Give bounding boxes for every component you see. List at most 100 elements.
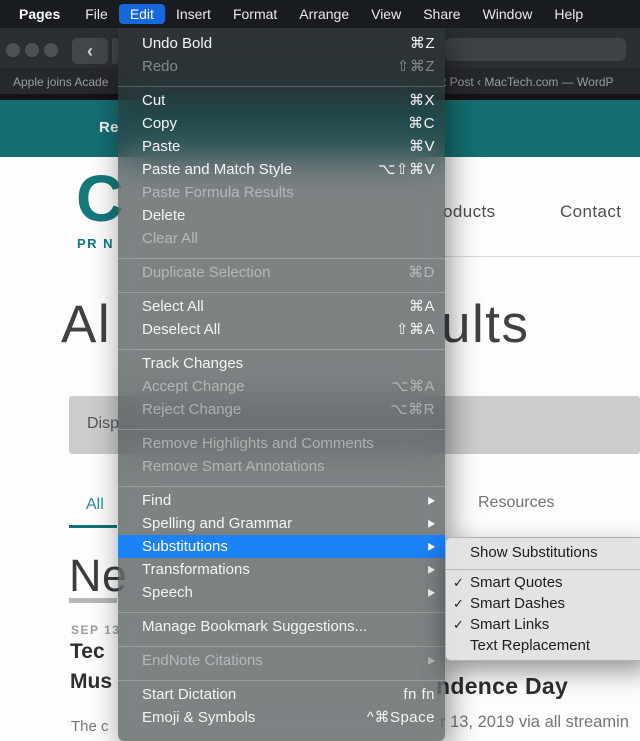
menu-item-shortcut: ⇧⌘Z bbox=[397, 59, 435, 74]
check-icon: ✓ bbox=[453, 618, 470, 631]
address-bar[interactable] bbox=[445, 38, 626, 61]
article-date: SEP 13 bbox=[71, 623, 120, 637]
menu-item-accept-change: Accept Change ⌥⌘A ▶ bbox=[118, 375, 445, 398]
filter-label: Disp bbox=[87, 415, 119, 433]
menu-item-emoji-symbols[interactable]: Emoji & Symbols ^⌘Space ▶ bbox=[118, 706, 445, 729]
menu-item-label: Paste and Match Style bbox=[142, 162, 366, 177]
submenu-item-smart-links[interactable]: ✓ Smart Links bbox=[446, 614, 640, 635]
tab-resources[interactable]: Resources bbox=[478, 494, 554, 512]
menu-item-shortcut: ⌥⌘A bbox=[391, 379, 435, 394]
menu-item-duplicate-selection: Duplicate Selection ⌘D ▶ bbox=[118, 261, 445, 284]
menu-item-substitutions[interactable]: Substitutions ▶ bbox=[118, 535, 445, 558]
menu-item-shortcut: fn fn bbox=[403, 687, 435, 702]
nav-link-products[interactable]: oducts bbox=[443, 202, 496, 222]
submenu-item-label: Smart Quotes bbox=[470, 575, 563, 590]
menu-item-speech[interactable]: Speech ▶ bbox=[118, 581, 445, 604]
nav-divider bbox=[443, 256, 640, 257]
menubar-item-share[interactable]: Share bbox=[412, 4, 471, 24]
menu-separator: ▶ bbox=[118, 638, 445, 649]
menu-item-track-changes[interactable]: Track Changes ▶ bbox=[118, 352, 445, 375]
submenu-arrow-icon: ▶ bbox=[428, 587, 435, 597]
article-title-line1[interactable]: Tec bbox=[70, 640, 105, 664]
menu-item-remove-highlights-and-comments: Remove Highlights and Comments ▶ bbox=[118, 432, 445, 455]
menu-separator: ▶ bbox=[118, 478, 445, 489]
menubar-item-format[interactable]: Format bbox=[222, 4, 288, 24]
submenu-item-label: Show Substitutions bbox=[470, 545, 598, 560]
menu-item-label: Reject Change bbox=[142, 402, 378, 417]
menu-item-label: Paste Formula Results bbox=[142, 185, 423, 200]
menu-item-label: Manage Bookmark Suggestions... bbox=[142, 619, 423, 634]
menu-separator: ▶ bbox=[118, 341, 445, 352]
menu-item-shortcut: ^⌘Space bbox=[367, 710, 435, 725]
menu-item-label: Clear All bbox=[142, 231, 423, 246]
menu-item-copy[interactable]: Copy ⌘C ▶ bbox=[118, 112, 445, 135]
menu-item-label: Remove Smart Annotations bbox=[142, 459, 423, 474]
menu-separator: ▶ bbox=[118, 604, 445, 615]
menubar-item-help[interactable]: Help bbox=[543, 4, 594, 24]
menu-item-spelling-and-grammar[interactable]: Spelling and Grammar ▶ bbox=[118, 512, 445, 535]
menubar-item-view[interactable]: View bbox=[360, 4, 412, 24]
menu-item-redo: Redo ⇧⌘Z ▶ bbox=[118, 55, 445, 78]
menubar-item-window[interactable]: Window bbox=[472, 4, 544, 24]
site-logo-subtext: PR N bbox=[77, 236, 114, 251]
menu-item-shortcut: ⌘A bbox=[409, 299, 435, 314]
menu-item-label: Find bbox=[142, 493, 406, 508]
submenu-arrow-icon: ▶ bbox=[428, 655, 435, 665]
submenu-arrow-icon: ▶ bbox=[428, 564, 435, 574]
window-minimize-button[interactable] bbox=[25, 43, 39, 57]
menu-separator: ▶ bbox=[118, 672, 445, 683]
menu-item-label: Delete bbox=[142, 208, 423, 223]
tab-all[interactable]: All bbox=[86, 496, 104, 514]
menubar-item-arrange[interactable]: Arrange bbox=[288, 4, 360, 24]
edit-menu: Undo Bold ⌘Z ▶ Redo ⇧⌘Z ▶ ▶ Cut ⌘X ▶ Cop… bbox=[118, 28, 445, 741]
menubar-item-insert[interactable]: Insert bbox=[165, 4, 222, 24]
menu-item-manage-bookmark-suggestions[interactable]: Manage Bookmark Suggestions... ▶ bbox=[118, 615, 445, 638]
menu-item-shortcut: ⇧⌘A bbox=[396, 322, 435, 337]
nav-link-contact[interactable]: Contact bbox=[560, 202, 621, 222]
check-icon: ✓ bbox=[453, 576, 470, 589]
submenu-item-smart-dashes[interactable]: ✓ Smart Dashes bbox=[446, 593, 640, 614]
menu-item-transformations[interactable]: Transformations ▶ bbox=[118, 558, 445, 581]
menu-item-paste[interactable]: Paste ⌘V ▶ bbox=[118, 135, 445, 158]
menu-item-cut[interactable]: Cut ⌘X ▶ bbox=[118, 89, 445, 112]
site-header-link[interactable]: Re bbox=[99, 119, 119, 136]
menu-separator: ✓ bbox=[446, 563, 640, 572]
menu-item-endnote-citations: EndNote Citations ▶ bbox=[118, 649, 445, 672]
menu-item-deselect-all[interactable]: Deselect All ⇧⌘A ▶ bbox=[118, 318, 445, 341]
window-zoom-button[interactable] bbox=[44, 43, 58, 57]
submenu-item-text-replacement[interactable]: ✓ Text Replacement bbox=[446, 635, 640, 656]
browser-tab-right[interactable]: t Post ‹ MacTech.com — WordP bbox=[443, 75, 640, 89]
menubar-item-pages[interactable]: Pages bbox=[8, 4, 74, 24]
back-button[interactable]: ‹ bbox=[72, 38, 108, 64]
menu-item-label: Cut bbox=[142, 93, 397, 108]
menu-item-find[interactable]: Find ▶ bbox=[118, 489, 445, 512]
submenu-item-smart-quotes[interactable]: ✓ Smart Quotes bbox=[446, 572, 640, 593]
menu-item-reject-change: Reject Change ⌥⌘R ▶ bbox=[118, 398, 445, 421]
submenu-item-show-substitutions[interactable]: ✓ Show Substitutions bbox=[446, 542, 640, 563]
menu-item-shortcut: ⌘Z bbox=[410, 36, 435, 51]
menu-bar: PagesFileEditInsertFormatArrangeViewShar… bbox=[0, 0, 640, 28]
chevron-left-icon: ‹ bbox=[87, 42, 93, 60]
menu-item-label: EndNote Citations bbox=[142, 653, 406, 668]
menubar-item-edit[interactable]: Edit bbox=[119, 4, 165, 24]
menu-item-start-dictation[interactable]: Start Dictation fn fn ▶ bbox=[118, 683, 445, 706]
menu-item-label: Redo bbox=[142, 59, 385, 74]
menu-separator: ▶ bbox=[118, 78, 445, 89]
menu-item-paste-and-match-style[interactable]: Paste and Match Style ⌥⇧⌘V ▶ bbox=[118, 158, 445, 181]
menubar-item-file[interactable]: File bbox=[74, 4, 119, 24]
menu-item-undo-bold[interactable]: Undo Bold ⌘Z ▶ bbox=[118, 32, 445, 55]
submenu-arrow-icon: ▶ bbox=[428, 518, 435, 528]
article-title-line2[interactable]: Mus bbox=[70, 670, 112, 694]
menu-item-delete[interactable]: Delete ▶ bbox=[118, 204, 445, 227]
browser-tab-left[interactable]: Apple joins Acade bbox=[13, 75, 123, 89]
window-close-button[interactable] bbox=[6, 43, 20, 57]
page-title-left-fragment: Al bbox=[61, 298, 111, 351]
article-excerpt-right-fragment: r 13, 2019 via all streamin bbox=[440, 713, 629, 732]
article-title-right-fragment[interactable]: ndence Day bbox=[436, 673, 568, 700]
submenu-item-label: Smart Dashes bbox=[470, 596, 565, 611]
menu-item-label: Copy bbox=[142, 116, 396, 131]
menu-item-label: Speech bbox=[142, 585, 406, 600]
submenu-item-label: Text Replacement bbox=[470, 638, 590, 653]
menu-item-paste-formula-results: Paste Formula Results ▶ bbox=[118, 181, 445, 204]
menu-item-select-all[interactable]: Select All ⌘A ▶ bbox=[118, 295, 445, 318]
